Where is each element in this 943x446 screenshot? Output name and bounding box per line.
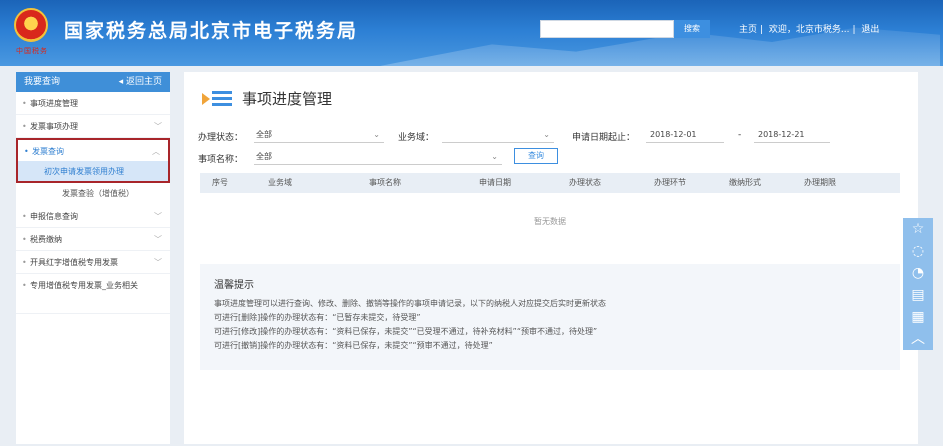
sidebar-item-red-invoice[interactable]: 开具红字增值税专用发票 ﹀: [16, 251, 170, 274]
item-name-select[interactable]: 全部 ⌄: [254, 149, 502, 165]
sidebar-item-invoice-handling[interactable]: 发票事项办理 ﹀: [16, 115, 170, 138]
chevron-down-icon: ⌄: [543, 130, 550, 139]
chevron-down-icon: ﹀: [154, 235, 162, 244]
chevron-down-icon: ⌄: [373, 130, 380, 139]
tips-line: 可进行[撤销]操作的办理状态有：“资料已保存，未提交”“预审不通过，待处理”: [214, 341, 493, 350]
sidebar: 我要查询 ◂ 返回主页 事项进度管理 发票事项办理 ﹀ 发票查询 ︿ 初次申请发票领…: [16, 72, 170, 444]
sidebar-item-tax-payment[interactable]: 税费缴纳 ﹀: [16, 228, 170, 251]
status-label: 办理状态：: [198, 133, 244, 143]
list-icon: [202, 90, 232, 108]
clipboard-icon[interactable]: ▦: [903, 306, 933, 328]
business-label: 业务域：: [398, 133, 435, 143]
column-header: 序号: [212, 178, 228, 187]
chat-icon[interactable]: ◌: [903, 240, 933, 262]
table-empty-message: 暂无数据: [534, 217, 566, 226]
up-arrow-icon[interactable]: ︿: [903, 328, 933, 350]
chevron-down-icon: ﹀: [154, 258, 162, 267]
sidebar-item-label: 发票查询: [32, 147, 64, 156]
chevron-down-icon: ﹀: [154, 122, 162, 131]
site-title: 国家税务总局北京市电子税务局: [64, 20, 359, 42]
search-input[interactable]: [540, 20, 674, 38]
tips-line: 可进行[修改]操作的办理状态有：“资料已保存，未提交”“已受理不通过，待补充材料…: [214, 327, 598, 336]
tips-line: 事项进度管理可以进行查询、修改、删除、撤销等操作的事项申请记录，以下的纳税人对应…: [214, 299, 606, 308]
sidebar-item-label: 开具红字增值税专用发票: [30, 258, 118, 267]
status-select-value: 全部: [256, 130, 272, 139]
sidebar-item-label: 发票事项办理: [30, 122, 78, 131]
sidebar-header: 我要查询 ◂ 返回主页: [16, 72, 170, 92]
sidebar-title: 我要查询: [24, 77, 61, 87]
column-header: 申请日期: [479, 178, 511, 187]
sidebar-item-label: 事项进度管理: [30, 99, 78, 108]
sidebar-item-invoice-query[interactable]: 发票查询 ︿: [16, 138, 170, 161]
item-name-select-value: 全部: [256, 152, 272, 161]
tax-emblem-icon: [14, 8, 48, 42]
date-from-input[interactable]: 2018-12-01: [646, 127, 724, 143]
page-title-text: 事项进度管理: [242, 90, 333, 108]
item-name-label: 事项名称：: [198, 155, 244, 165]
sidebar-item-label: 申报信息查询: [30, 212, 78, 221]
sidebar-item-declaration[interactable]: 申报信息查询 ﹀: [16, 205, 170, 228]
page-title: 事项进度管理: [202, 88, 332, 109]
sidebar-item-progress[interactable]: 事项进度管理: [16, 92, 170, 115]
user-welcome[interactable]: 欢迎，北京市税务...: [769, 25, 850, 35]
date-to-input[interactable]: 2018-12-21: [754, 127, 830, 143]
chevron-down-icon: ﹀: [154, 212, 162, 221]
column-header: 办理期限: [804, 178, 836, 187]
sidebar-item-label: 税费缴纳: [30, 235, 62, 244]
column-header: 业务域: [268, 178, 292, 187]
column-header: 事项名称: [369, 178, 401, 187]
sidebar-item-label: 专用增值税专用发票_业务相关: [30, 281, 138, 290]
wechat-icon[interactable]: ◔: [903, 262, 933, 284]
sidebar-subitem-invoice-check[interactable]: 发票查验（增值税）: [16, 183, 170, 205]
header: 中国税务 国家税务总局北京市电子税务局 搜索 主页 | 欢迎，北京市税务... | …: [0, 0, 943, 66]
home-link[interactable]: 主页: [739, 25, 757, 35]
tips-title: 温馨提示: [214, 280, 254, 291]
tips-panel: 温馨提示 事项进度管理可以进行查询、修改、删除、撤销等操作的事项申请记录，以下的…: [200, 264, 900, 370]
chevron-down-icon: ⌄: [491, 152, 498, 161]
logout-link[interactable]: 退出: [861, 25, 879, 35]
tips-line: 可进行[删除]操作的办理状态有：“已暂存未提交，待受理”: [214, 313, 421, 322]
status-select[interactable]: 全部 ⌄: [254, 127, 384, 143]
business-select[interactable]: ⌄: [442, 127, 554, 143]
floating-toolbar: ☆ ◌ ◔ ▤ ▦ ︿: [903, 218, 933, 350]
main-panel: 事项进度管理 办理状态： 全部 ⌄ 业务域： ⌄ 申请日期起止： 2018-12-…: [184, 72, 918, 444]
sidebar-item-special-invoice[interactable]: 专用增值税专用发票_业务相关: [16, 274, 170, 314]
column-header: 缴纳形式: [729, 178, 761, 187]
sidebar-subitem-first-application[interactable]: 初次申请发票领用办理: [16, 161, 170, 183]
query-button[interactable]: 查询: [514, 148, 558, 164]
column-header: 办理状态: [569, 178, 601, 187]
table-header: 序号 业务域 事项名称 申请日期 办理状态 办理环节 缴纳形式 办理期限: [200, 173, 900, 193]
date-separator: -: [738, 130, 742, 140]
back-home-button[interactable]: ◂ 返回主页: [119, 72, 162, 92]
top-links: 主页 | 欢迎，北京市税务... | 退出: [739, 25, 880, 35]
date-range-label: 申请日期起止：: [572, 133, 636, 143]
message-icon[interactable]: ▤: [903, 284, 933, 306]
column-header: 办理环节: [654, 178, 686, 187]
emblem-caption: 中国税务: [16, 47, 48, 55]
star-icon[interactable]: ☆: [903, 218, 933, 240]
search-button[interactable]: 搜索: [674, 20, 710, 38]
chevron-up-icon: ︿: [152, 147, 160, 156]
